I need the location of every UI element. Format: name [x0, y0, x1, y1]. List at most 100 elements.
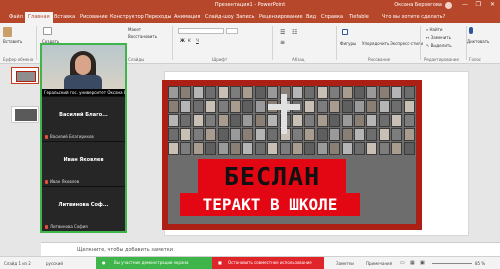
close-button[interactable]: ✕: [490, 1, 495, 8]
portrait-cell: [304, 114, 316, 127]
portrait-cell: [242, 100, 254, 113]
portrait-cell: [168, 114, 179, 127]
sharing-text: Вы участник демонстрации экрана: [114, 260, 189, 265]
tab-slideshow[interactable]: Слайд-шоу: [205, 14, 234, 20]
cursor-icon: ↖: [426, 43, 430, 48]
reading-view-icon[interactable]: ▣: [420, 260, 425, 266]
underline-icon[interactable]: Ч: [196, 38, 199, 43]
portrait-cell: [192, 100, 204, 113]
sharing-banner: ● Вы участник демонстрации экрана: [96, 257, 212, 269]
quick-styles-button[interactable]: Экспресс-стили: [390, 41, 423, 46]
sorter-view-icon[interactable]: ▦: [410, 260, 415, 266]
tab-design[interactable]: Конструктор: [110, 14, 144, 20]
tab-tiefable[interactable]: Tiefable: [349, 14, 369, 20]
portrait-cell: [205, 86, 217, 99]
participant-tile-name: Василий Благо...: [59, 112, 108, 118]
portrait-cell: [304, 128, 316, 141]
tab-help[interactable]: Справка: [321, 14, 343, 20]
slide-photo[interactable]: БЕСЛАН ТЕРАКТ В ШКОЛЕ: [162, 80, 422, 230]
portrait-cell: [354, 142, 365, 155]
portrait-cell: [192, 86, 204, 99]
mic-muted-icon: [45, 180, 48, 184]
font-size-box[interactable]: [226, 28, 238, 34]
mic-muted-icon: [45, 135, 48, 139]
portrait-cell: [403, 128, 415, 141]
find-button[interactable]: ⌕ Найти: [426, 27, 443, 32]
font-name-box[interactable]: [178, 28, 224, 34]
reset-button[interactable]: Восстановить: [128, 34, 157, 39]
slide-thumbnail-1[interactable]: 1: [11, 67, 39, 84]
layout-button[interactable]: Макет: [128, 27, 141, 32]
portrait-cell: [329, 86, 341, 99]
portrait-cell: [403, 100, 415, 113]
portrait-cell: [217, 100, 229, 113]
portrait-cell: [292, 142, 303, 155]
numbering-icon[interactable]: ☷: [292, 29, 297, 36]
portrait-cell: [292, 114, 303, 127]
tab-draw[interactable]: Рисование: [80, 14, 108, 20]
portrait-cell: [230, 114, 241, 127]
portrait-cell: [192, 128, 204, 141]
participant-name: Литвинова София: [50, 224, 88, 229]
portrait-cell: [292, 86, 303, 99]
portrait-cell: [168, 86, 179, 99]
participant-tile[interactable]: Василий Благо... Василий Благирихов: [42, 96, 125, 141]
portrait-cell: [329, 114, 341, 127]
portrait-cell: [391, 128, 403, 141]
search-icon: ⌕: [426, 27, 429, 32]
tab-file[interactable]: Файл: [9, 14, 23, 20]
tab-home[interactable]: Главная: [25, 12, 53, 23]
paste-icon: [3, 27, 12, 37]
restore-button[interactable]: ❐: [476, 1, 481, 8]
bullets-icon[interactable]: ☰: [280, 29, 285, 36]
portrait-cell: [242, 128, 254, 141]
search-tell-me[interactable]: Что вы хотите сделать?: [382, 14, 445, 20]
portrait-cell: [366, 142, 378, 155]
portrait-cell: [242, 114, 254, 127]
align-left-icon[interactable]: ≡: [280, 39, 285, 46]
arrange-button[interactable]: Упорядочить: [362, 41, 389, 46]
portrait-cell: [180, 100, 192, 113]
editing-group-label: Редактирование: [424, 57, 459, 62]
participant-tile[interactable]: Литвинова Соф... Литвинова София: [42, 186, 125, 231]
video-participant-name: Геральский гос. университет Оксана Б...: [42, 89, 125, 96]
portrait-cell: [378, 142, 390, 155]
participant-tile[interactable]: Иван Яковлев Иван Яковлев: [42, 141, 125, 186]
portrait-cell: [205, 114, 217, 127]
comments-toggle[interactable]: Примечания: [366, 261, 392, 266]
portrait-cell: [366, 128, 378, 141]
notes-toggle[interactable]: Заметки: [336, 261, 354, 266]
italic-icon[interactable]: К: [188, 38, 191, 43]
select-label: Выделить: [430, 43, 452, 48]
bold-icon[interactable]: Ж: [180, 38, 185, 43]
shapes-button[interactable]: Фигуры: [340, 41, 356, 46]
portrait-cell: [391, 100, 403, 113]
stop-share-button[interactable]: ■ Остановить совместное использование: [212, 257, 324, 269]
dictate-button[interactable]: Диктовать: [467, 39, 489, 44]
portrait-cell: [230, 128, 241, 141]
tab-insert[interactable]: Вставка: [54, 14, 75, 20]
language-indicator[interactable]: русский: [46, 261, 63, 266]
portrait-cell: [378, 114, 390, 127]
tab-record[interactable]: Запись: [236, 14, 254, 20]
slide-thumbnail-2[interactable]: 2: [11, 106, 39, 123]
tab-animations[interactable]: Анимация: [174, 14, 200, 20]
normal-view-icon[interactable]: ▭: [400, 260, 405, 266]
account-name[interactable]: Оксана Берзегова: [394, 2, 442, 8]
select-button[interactable]: ↖ Выделить: [426, 43, 452, 48]
replace-button[interactable]: ↔ Заменить: [426, 35, 451, 40]
portrait-cell: [316, 114, 328, 127]
tab-review[interactable]: Рецензирование: [259, 14, 303, 20]
tab-transitions[interactable]: Переходы: [145, 14, 172, 20]
notes-pane[interactable]: Щелкните, чтобы добавить заметки: [41, 242, 500, 256]
avatar[interactable]: [445, 2, 452, 9]
tab-view[interactable]: Вид: [306, 14, 316, 20]
zoom-level[interactable]: 85 %: [475, 261, 485, 266]
zoom-slider[interactable]: [432, 263, 472, 264]
portrait-cell: [304, 100, 316, 113]
participant-tile-name: Литвинова Соф...: [58, 202, 109, 208]
zoom-video-panel[interactable]: Геральский гос. университет Оксана Б... …: [40, 43, 127, 233]
portrait-cell: [217, 114, 229, 127]
paste-button[interactable]: Вставить: [3, 39, 22, 44]
minimize-button[interactable]: —: [462, 1, 468, 8]
